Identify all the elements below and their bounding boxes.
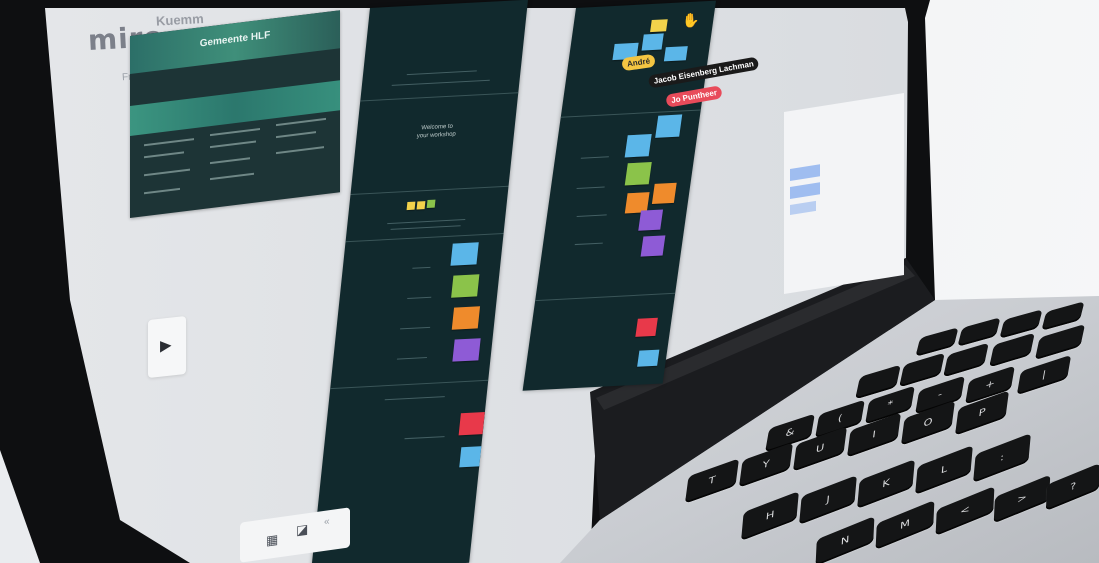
sticky-note[interactable]	[638, 209, 664, 231]
sticky-note[interactable]	[426, 199, 436, 209]
sticky-note[interactable]	[451, 274, 480, 298]
sticky-note[interactable]	[650, 19, 668, 33]
sticky-note[interactable]	[459, 445, 486, 468]
sticky-note[interactable]	[450, 242, 479, 266]
hand-icon[interactable]: ✋	[682, 12, 699, 28]
sticky-note[interactable]	[458, 411, 485, 436]
panel-chip[interactable]	[790, 182, 820, 200]
frame-column-right[interactable]	[522, 0, 716, 391]
photo-scene: miro Kuemm Frame 3 Gemeente HLF Welcome …	[0, 0, 1099, 563]
sticky-note[interactable]	[416, 201, 426, 210]
sticky-note[interactable]	[641, 33, 664, 51]
left-toolbar[interactable]: ▶	[148, 316, 186, 378]
select-cursor-icon[interactable]: ▶	[160, 337, 172, 355]
sticky-note[interactable]	[406, 201, 416, 211]
sticky-icon[interactable]: ◪	[296, 521, 308, 539]
sticky-note[interactable]	[451, 306, 481, 330]
sticky-note[interactable]	[624, 134, 652, 158]
side-panel[interactable]	[784, 92, 904, 294]
collapse-icon[interactable]: «	[324, 514, 330, 531]
thumbnail-band	[130, 80, 340, 136]
sticky-note[interactable]	[640, 235, 666, 257]
frames-icon[interactable]: ▦	[266, 531, 278, 549]
panel-chip[interactable]	[790, 164, 820, 182]
sticky-note[interactable]	[637, 349, 660, 367]
sticky-note[interactable]	[635, 317, 658, 337]
sticky-note[interactable]	[452, 338, 481, 362]
sticky-note[interactable]	[624, 162, 652, 186]
panel-chip[interactable]	[790, 200, 816, 216]
sticky-note[interactable]	[655, 114, 683, 138]
frame-column-middle[interactable]: Welcome to your workshop	[311, 0, 528, 563]
frame-thumbnail[interactable]: Gemeente HLF	[130, 10, 340, 219]
sticky-note[interactable]	[651, 182, 677, 205]
sticky-note[interactable]	[663, 46, 688, 62]
